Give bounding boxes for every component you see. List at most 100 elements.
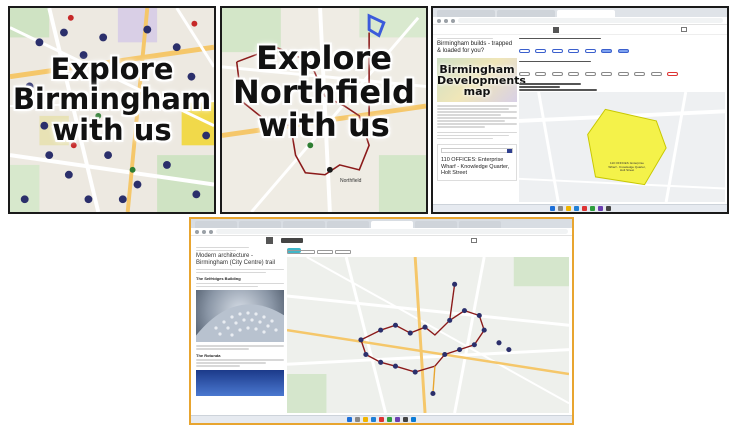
url-input[interactable] bbox=[458, 18, 723, 23]
filter-chip[interactable] bbox=[601, 71, 613, 76]
map-option-button[interactable] bbox=[335, 250, 351, 254]
developments-thumbnail[interactable]: Birmingham Developments map bbox=[437, 58, 526, 102]
browser-icon[interactable] bbox=[573, 206, 579, 211]
url-input[interactable] bbox=[216, 229, 568, 234]
explorer-icon[interactable] bbox=[363, 417, 368, 422]
app-icon[interactable] bbox=[387, 417, 392, 422]
search-icon[interactable] bbox=[557, 206, 563, 211]
tab-bar bbox=[433, 8, 727, 17]
site-logo[interactable] bbox=[266, 237, 273, 244]
browser-tab[interactable] bbox=[415, 221, 457, 228]
search-icon[interactable] bbox=[355, 417, 360, 422]
filter-chips-row2 bbox=[519, 64, 725, 82]
rotunda-photo[interactable] bbox=[196, 369, 284, 396]
browser-tab[interactable] bbox=[459, 221, 501, 228]
filter-chip[interactable] bbox=[551, 71, 563, 76]
back-icon[interactable] bbox=[195, 229, 199, 234]
address-bar bbox=[191, 228, 572, 236]
title-line: Birmingham bbox=[12, 82, 212, 117]
explore-birmingham-title: Explore Birmingham with us bbox=[10, 52, 214, 147]
filter-chip[interactable] bbox=[535, 71, 547, 76]
filter-chip[interactable] bbox=[617, 49, 629, 53]
filter-chip[interactable] bbox=[519, 71, 530, 76]
map-option-button[interactable] bbox=[287, 250, 315, 254]
reload-icon[interactable] bbox=[451, 18, 455, 23]
browser-tab[interactable] bbox=[283, 221, 325, 228]
trail-article-column: Modern architecture - Birmingham (City C… bbox=[196, 245, 284, 413]
development-card[interactable]: 110 OFFICES: Enterprise Wharf - Knowledg… bbox=[437, 144, 517, 181]
map-view-options bbox=[287, 250, 351, 254]
search-icon[interactable] bbox=[507, 149, 512, 153]
app-icon[interactable] bbox=[597, 206, 603, 211]
thumb-title-line: Developments bbox=[437, 73, 526, 87]
map-filter-column: 110 OFFICES: Enterprise Wharf - Knowledg… bbox=[519, 36, 725, 202]
explorer-icon[interactable] bbox=[565, 206, 571, 211]
browser-tab[interactable] bbox=[239, 221, 281, 228]
menu-icon[interactable] bbox=[471, 238, 477, 243]
filter-chip[interactable] bbox=[519, 49, 530, 53]
card-search-field[interactable] bbox=[441, 148, 513, 153]
collage: Explore Birmingham with us Explore North… bbox=[0, 0, 735, 427]
title-line: with us bbox=[52, 112, 172, 147]
filter-chip[interactable] bbox=[584, 49, 596, 53]
filter-chip[interactable] bbox=[650, 71, 662, 76]
filter-chips bbox=[519, 41, 725, 59]
forward-icon[interactable] bbox=[444, 18, 448, 23]
page-heading: Birmingham builds - trapped & loaded for… bbox=[437, 41, 513, 54]
explore-birmingham-panel[interactable]: Explore Birmingham with us bbox=[8, 6, 216, 214]
filter-chip[interactable] bbox=[617, 71, 629, 76]
browser-tab[interactable] bbox=[327, 221, 369, 228]
filter-chip[interactable] bbox=[568, 49, 580, 53]
title-line: Northfield bbox=[233, 72, 415, 111]
browser-tab[interactable] bbox=[195, 221, 237, 228]
filter-chip[interactable] bbox=[584, 71, 596, 76]
site-logo[interactable] bbox=[553, 27, 559, 33]
back-icon[interactable] bbox=[437, 18, 441, 23]
northfield-place-label: Northfield bbox=[340, 178, 362, 184]
browser-window: Birmingham builds - trapped & loaded for… bbox=[433, 8, 727, 212]
filter-chip[interactable] bbox=[535, 49, 547, 53]
developments-browser-panel[interactable]: Birmingham builds - trapped & loaded for… bbox=[431, 6, 729, 214]
menu-icon[interactable] bbox=[681, 27, 687, 32]
trail-map[interactable] bbox=[287, 257, 569, 413]
app-icon[interactable] bbox=[395, 417, 400, 422]
browser-tab-active[interactable] bbox=[557, 10, 615, 17]
filter-chip[interactable] bbox=[667, 71, 679, 76]
card-title[interactable]: 110 OFFICES: Enterprise Wharf - Knowledg… bbox=[441, 157, 513, 177]
header-button[interactable] bbox=[281, 238, 303, 243]
section-title: The Selfridges Building bbox=[196, 276, 241, 281]
browser-tab[interactable] bbox=[497, 10, 555, 17]
windows-start-icon[interactable] bbox=[549, 206, 555, 211]
selfridges-photo[interactable] bbox=[196, 290, 284, 342]
browser-window: Modern architecture - Birmingham (City C… bbox=[191, 219, 572, 423]
browser-tab[interactable] bbox=[437, 10, 495, 17]
architecture-trail-browser-panel[interactable]: Modern architecture - Birmingham (City C… bbox=[189, 217, 574, 425]
app-icon[interactable] bbox=[581, 206, 587, 211]
map-area-label: 110 OFFICES: Enterprise Wharf - Knowledg… bbox=[608, 161, 646, 173]
app-icon[interactable] bbox=[411, 417, 416, 422]
site-header bbox=[433, 25, 727, 35]
section-title: The Rotunda bbox=[196, 352, 221, 358]
developments-map[interactable]: 110 OFFICES: Enterprise Wharf - Knowledg… bbox=[519, 92, 725, 202]
browser-tab-active[interactable] bbox=[371, 221, 413, 228]
app-icon[interactable] bbox=[403, 417, 408, 422]
article-column: Birmingham builds - trapped & loaded for… bbox=[437, 36, 526, 202]
site-header bbox=[191, 236, 572, 245]
address-bar bbox=[433, 17, 727, 25]
thumb-title-line: Birmingham bbox=[439, 62, 515, 76]
app-icon[interactable] bbox=[379, 417, 384, 422]
forward-icon[interactable] bbox=[202, 229, 206, 234]
filter-chip[interactable] bbox=[551, 49, 563, 53]
filter-chip[interactable] bbox=[568, 71, 580, 76]
browser-icon[interactable] bbox=[371, 417, 376, 422]
windows-start-icon[interactable] bbox=[347, 417, 352, 422]
taskbar bbox=[191, 415, 572, 423]
app-icon[interactable] bbox=[605, 206, 611, 211]
filter-chip[interactable] bbox=[601, 49, 613, 53]
map-option-button[interactable] bbox=[317, 250, 333, 254]
filter-chip[interactable] bbox=[634, 71, 646, 76]
reload-icon[interactable] bbox=[209, 229, 213, 234]
title-line: Explore bbox=[50, 52, 174, 86]
app-icon[interactable] bbox=[589, 206, 595, 211]
explore-northfield-panel[interactable]: Explore Northfield with us Northfield bbox=[220, 6, 428, 214]
